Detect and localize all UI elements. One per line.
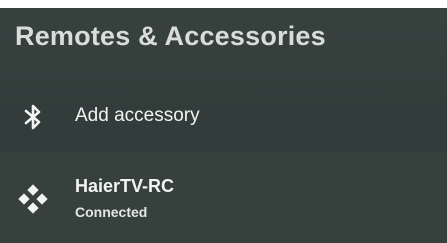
remote-name: HaierTV-RC bbox=[75, 176, 175, 196]
bluetooth-icon bbox=[18, 102, 48, 132]
remote-item-haiertv-rc[interactable]: HaierTV-RC Connected bbox=[0, 152, 447, 243]
settings-panel: Remotes & Accessories Add accessory Haie… bbox=[0, 8, 447, 243]
page-title: Remotes & Accessories bbox=[15, 21, 326, 51]
add-accessory-label: Add accessory bbox=[75, 105, 200, 126]
gamepad-icon bbox=[18, 184, 48, 214]
remote-status: Connected bbox=[75, 204, 148, 220]
add-accessory-item[interactable]: Add accessory bbox=[0, 82, 447, 152]
